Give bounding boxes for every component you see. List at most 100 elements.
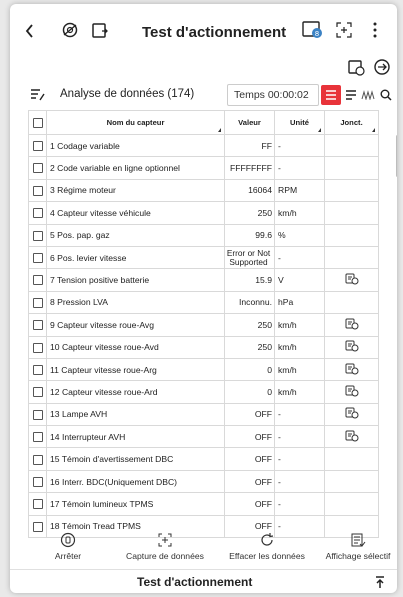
row-checkbox[interactable] [28, 357, 47, 382]
sensor-name: 5 Pos. pap. gaz [46, 223, 225, 247]
row-checkbox[interactable] [28, 492, 47, 516]
select-all-checkbox[interactable] [28, 110, 47, 135]
jonct-cell[interactable] [324, 447, 379, 471]
jonct-cell[interactable] [324, 425, 379, 449]
jonct-cell[interactable] [324, 178, 379, 203]
record-icon[interactable] [346, 57, 366, 82]
table-row[interactable]: 12 Capteur vitesse roue-Ard 0 km/h [28, 380, 379, 404]
more-options-icon[interactable] [372, 21, 378, 39]
row-checkbox[interactable] [28, 201, 47, 225]
sensor-value: OFF [224, 492, 275, 516]
row-checkbox[interactable] [28, 268, 47, 292]
row-checkbox[interactable] [28, 380, 47, 404]
table-row[interactable]: 4 Capteur vitesse véhicule 250 km/h [28, 201, 379, 225]
junction-graph-icon[interactable] [345, 407, 359, 421]
sensor-name: 9 Capteur vitesse roue-Avg [46, 313, 225, 337]
table-row[interactable]: 16 Interr. BDC(Uniquement DBC) OFF - [28, 469, 379, 494]
jonct-cell[interactable] [324, 201, 379, 225]
junction-graph-icon[interactable] [345, 385, 359, 399]
clear-data-button[interactable]: Effacer les données [217, 532, 317, 561]
row-checkbox[interactable] [28, 425, 47, 449]
sensor-unit: km/h [274, 201, 325, 225]
column-header-name[interactable]: Nom du capteur [46, 110, 225, 135]
sensor-name: 1 Codage variable [46, 133, 225, 158]
row-checkbox[interactable] [28, 402, 47, 427]
row-checkbox[interactable] [28, 335, 47, 359]
junction-graph-icon[interactable] [345, 340, 359, 354]
edit-list-icon[interactable] [30, 88, 46, 107]
jonct-cell[interactable] [324, 268, 379, 292]
table-row[interactable]: 17 Témoin lumineux TPMS OFF - [28, 492, 379, 516]
settings-cycle-icon[interactable] [372, 57, 392, 82]
sensor-unit: V [274, 268, 325, 292]
jonct-cell[interactable] [324, 492, 379, 516]
junction-graph-icon[interactable] [345, 318, 359, 332]
table-row[interactable]: 2 Code variable en ligne optionnel FFFFFF… [28, 156, 379, 180]
selective-display-button[interactable]: Affichage sélectif [317, 532, 397, 561]
column-header-jonct[interactable]: Jonct. [324, 110, 379, 135]
jonct-cell[interactable] [324, 469, 379, 494]
junction-graph-icon[interactable] [345, 273, 359, 287]
module-icon[interactable] [90, 20, 110, 40]
jonct-cell[interactable] [324, 223, 379, 247]
jonct-cell[interactable] [324, 313, 379, 337]
data-analysis-label: Analyse de données (174) [60, 88, 195, 100]
row-checkbox[interactable] [28, 156, 47, 180]
table-row[interactable]: 1 Codage variable FF - [28, 133, 379, 158]
back-icon[interactable] [24, 23, 36, 39]
sensor-value: 250 [224, 313, 275, 337]
row-checkbox[interactable] [28, 133, 47, 158]
row-checkbox[interactable] [28, 313, 47, 337]
sensor-name: 12 Capteur vitesse roue-Ard [46, 380, 225, 404]
table-row[interactable]: 14 Interrupteur AVH OFF - [28, 425, 379, 449]
refresh-icon [217, 532, 317, 550]
jonct-cell[interactable] [324, 357, 379, 382]
vehicle-diag-icon[interactable] [60, 20, 80, 40]
row-checkbox[interactable] [28, 178, 47, 203]
stop-button[interactable]: Arrêter [44, 532, 92, 561]
jonct-cell[interactable] [324, 156, 379, 180]
sensor-value: 250 [224, 201, 275, 225]
table-row[interactable]: 11 Capteur vitesse roue-Arg 0 km/h [28, 357, 379, 382]
table-row[interactable]: 5 Pos. pap. gaz 99.6% [28, 223, 379, 247]
jonct-cell[interactable] [324, 245, 379, 270]
sensor-name: 14 Interrupteur AVH [46, 425, 225, 449]
capture-data-button[interactable]: Capture de données [116, 532, 214, 561]
screenshot-icon[interactable] [335, 21, 353, 39]
sensor-unit: - [274, 469, 325, 494]
sensor-value: 99.6 [224, 223, 275, 247]
junction-graph-icon[interactable] [345, 430, 359, 444]
search-icon[interactable] [376, 85, 396, 105]
table-row[interactable]: 6 Pos. levier vitesse Error or Not Suppor… [28, 245, 379, 270]
sensor-value: OFF [224, 402, 275, 427]
table-scrollbar[interactable] [396, 135, 397, 177]
table-row[interactable]: 15 Témoin d'avertissement DBC OFF - [28, 447, 379, 471]
collapse-icon[interactable] [374, 575, 386, 593]
ecu-info-icon[interactable]: 8 [301, 19, 325, 41]
jonct-cell[interactable] [324, 380, 379, 404]
data-toolbar: Analyse de données (174) Temps 00:00:02 [10, 82, 397, 108]
graph-view-icon[interactable] [358, 85, 378, 105]
row-checkbox[interactable] [28, 290, 47, 315]
jonct-cell[interactable] [324, 290, 379, 315]
table-row[interactable]: 7 Tension positive batterie 15.9 V [28, 268, 379, 292]
jonct-cell[interactable] [324, 335, 379, 359]
junction-graph-icon[interactable] [345, 363, 359, 377]
column-header-value[interactable]: Valeur [224, 110, 275, 135]
sensor-value: FF [224, 133, 275, 158]
column-header-unit[interactable]: Unité [274, 110, 325, 135]
sensor-unit: km/h [274, 313, 325, 337]
sensor-unit: - [274, 402, 325, 427]
table-row[interactable]: 10 Capteur vitesse roue-Avd 250 km/h [28, 335, 379, 359]
row-checkbox[interactable] [28, 223, 47, 247]
jonct-cell[interactable] [324, 402, 379, 427]
list-view-button[interactable] [321, 85, 341, 105]
jonct-cell[interactable] [324, 133, 379, 158]
row-checkbox[interactable] [28, 469, 47, 494]
row-checkbox[interactable] [28, 245, 47, 270]
table-row[interactable]: 8 Pression LVA Inconnu. hPa [28, 290, 379, 315]
row-checkbox[interactable] [28, 447, 47, 471]
table-row[interactable]: 9 Capteur vitesse roue-Avg 250 km/h [28, 313, 379, 337]
table-row[interactable]: 3 Régime moteur 16064 RPM [28, 178, 379, 203]
table-row[interactable]: 13 Lampe AVH OFF - [28, 402, 379, 427]
